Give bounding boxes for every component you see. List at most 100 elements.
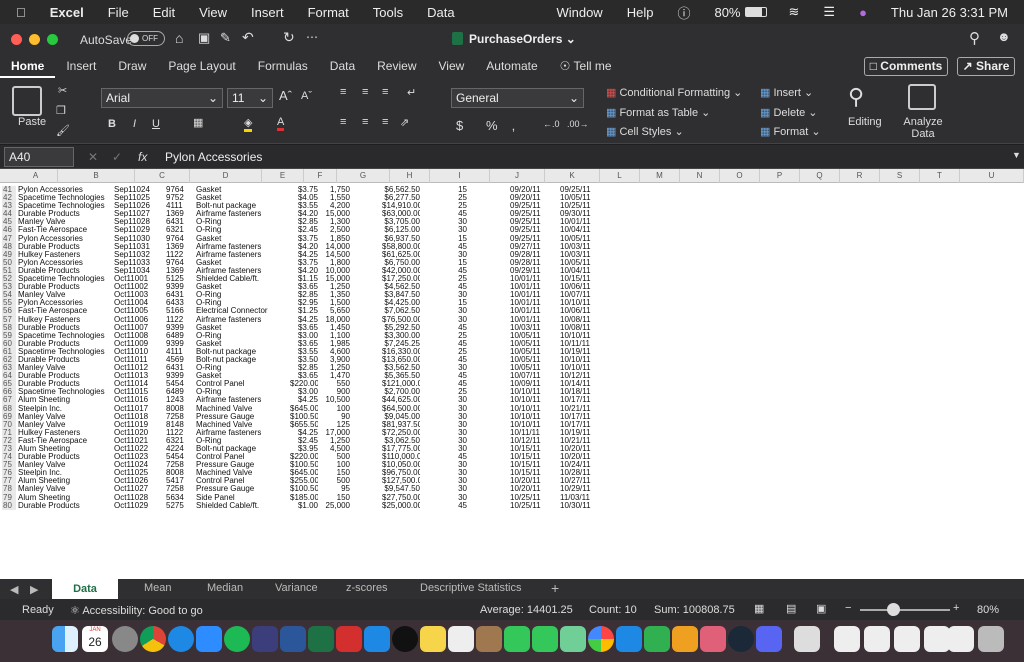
zoom-out-button[interactable]: − [845,602,851,614]
cost-cell[interactable]: $58,800.00 [382,243,420,251]
po-number-cell[interactable]: Oct11028 [114,494,164,502]
order-date-cell[interactable]: 10/15/11 [510,445,550,453]
quantity-cell[interactable]: 15,000 [320,275,350,283]
order-date-cell[interactable]: 10/01/11 [510,275,550,283]
zoom-in-button[interactable]: + [953,602,959,614]
spotify-icon[interactable] [224,626,250,652]
item-name-cell[interactable]: Bolt-nut package [196,348,288,356]
order-date-cell[interactable]: 09/28/11 [510,259,550,267]
column-header-l[interactable]: L [600,169,640,183]
column-header-d[interactable]: D [190,169,262,183]
quantity-cell[interactable]: 1,500 [320,299,350,307]
row-number[interactable]: 79 [2,493,16,502]
cost-cell[interactable]: $3,847.50 [382,291,420,299]
item-name-cell[interactable]: Pressure Gauge [196,461,288,469]
arrival-date-cell[interactable]: 10/06/11 [560,307,600,315]
vendor-cell[interactable]: Durable Products [18,267,113,275]
order-date-cell[interactable]: 09/29/11 [510,267,550,275]
pages-icon[interactable] [672,626,698,652]
facetime-icon[interactable] [532,626,558,652]
arrival-date-cell[interactable]: 10/11/11 [560,340,600,348]
price-cell[interactable]: $1.00 [290,502,318,510]
vendor-cell[interactable]: Manley Valve [18,291,113,299]
price-cell[interactable]: $220.00 [290,453,318,461]
terms-cell[interactable]: 30 [455,405,467,413]
price-cell[interactable]: $100.50 [290,413,318,421]
item-name-cell[interactable]: Machined Valve [196,405,288,413]
row-number[interactable]: 66 [2,388,16,397]
terms-cell[interactable]: 45 [455,372,467,380]
po-number-cell[interactable]: Oct11009 [114,340,164,348]
cost-cell[interactable]: $4,562.50 [382,283,420,291]
editing-icon[interactable]: ⚲ [848,84,864,110]
item-number-cell[interactable]: 8008 [166,469,194,477]
item-number-cell[interactable]: 1243 [166,396,194,404]
price-cell[interactable]: $2.85 [290,364,318,372]
column-header-h[interactable]: H [390,169,430,183]
arrival-date-cell[interactable]: 10/06/11 [560,283,600,291]
finder-icon[interactable] [52,626,78,652]
quantity-cell[interactable]: 2,500 [320,226,350,234]
vendor-cell[interactable]: Alum Sheeting [18,494,113,502]
item-name-cell[interactable]: Machined Valve [196,421,288,429]
terms-cell[interactable]: 45 [455,210,467,218]
vendor-cell[interactable]: Durable Products [18,380,113,388]
arrival-date-cell[interactable]: 10/20/11 [560,453,600,461]
column-header-r[interactable]: R [840,169,880,183]
zoom-level[interactable]: 80% [977,604,999,616]
cost-cell[interactable]: $7,245.25 [382,340,420,348]
increase-decimal-icon[interactable]: ←.0 [543,119,560,129]
cost-cell[interactable]: $7,062.50 [382,307,420,315]
vendor-cell[interactable]: Durable Products [18,453,113,461]
currency-icon[interactable]: $ [456,118,463,133]
item-number-cell[interactable]: 7258 [166,485,194,493]
arrival-date-cell[interactable]: 10/19/11 [560,348,600,356]
recent-file-4-icon[interactable] [924,626,950,652]
order-date-cell[interactable]: 09/25/11 [510,218,550,226]
arrival-date-cell[interactable]: 10/21/11 [560,437,600,445]
decrease-font-icon[interactable]: Aˇ [301,90,312,102]
wifi-icon[interactable]: ≋ [777,4,812,20]
undo-icon[interactable]: ↶ [242,29,254,46]
po-number-cell[interactable]: Oct11003 [114,291,164,299]
arrival-date-cell[interactable]: 10/27/11 [560,477,600,485]
recent-file-2-icon[interactable] [864,626,890,652]
row-number[interactable]: 53 [2,283,16,292]
order-date-cell[interactable]: 10/07/11 [510,372,550,380]
price-cell[interactable]: $4.20 [290,210,318,218]
price-cell[interactable]: $3.65 [290,283,318,291]
comments-button[interactable]: □ Comments [864,57,948,76]
item-name-cell[interactable]: Airframe fasteners [196,429,288,437]
row-number[interactable]: 72 [2,436,16,445]
price-cell[interactable]: $3.00 [290,332,318,340]
vendor-cell[interactable]: Spacetime Technologies [18,194,113,202]
order-date-cell[interactable]: 10/10/11 [510,405,550,413]
keynote-icon[interactable] [616,626,642,652]
order-date-cell[interactable]: 10/15/11 [510,469,550,477]
cost-cell[interactable]: $76,500.00 [382,316,420,324]
column-header-q[interactable]: Q [800,169,840,183]
arrival-date-cell[interactable]: 10/12/11 [560,372,600,380]
order-date-cell[interactable]: 10/20/11 [510,477,550,485]
order-date-cell[interactable]: 10/05/11 [510,356,550,364]
order-date-cell[interactable]: 10/03/11 [510,324,550,332]
terms-cell[interactable]: 45 [455,324,467,332]
quantity-cell[interactable]: 3,900 [320,356,350,364]
cost-cell[interactable]: $6,125.00 [382,226,420,234]
po-number-cell[interactable]: Sep11025 [114,194,164,202]
price-cell[interactable]: $4.25 [290,429,318,437]
order-date-cell[interactable]: 09/20/11 [510,194,550,202]
quantity-cell[interactable]: 4,200 [320,202,350,210]
item-number-cell[interactable]: 9399 [166,283,194,291]
vendor-cell[interactable]: Hulkey Fasteners [18,429,113,437]
save-icon[interactable]: ▣ [198,30,210,46]
expand-formula-icon[interactable]: ▼ [1012,150,1021,160]
terms-cell[interactable]: 45 [455,283,467,291]
cost-cell[interactable]: $127,500.00 [382,477,420,485]
row-number[interactable]: 50 [2,258,16,267]
arrival-date-cell[interactable]: 10/03/11 [560,251,600,259]
quantity-cell[interactable]: 550 [320,380,350,388]
po-number-cell[interactable]: Oct11029 [114,502,164,510]
sheet-tab-mean[interactable]: Mean [144,582,172,594]
po-number-cell[interactable]: Sep11028 [114,218,164,226]
